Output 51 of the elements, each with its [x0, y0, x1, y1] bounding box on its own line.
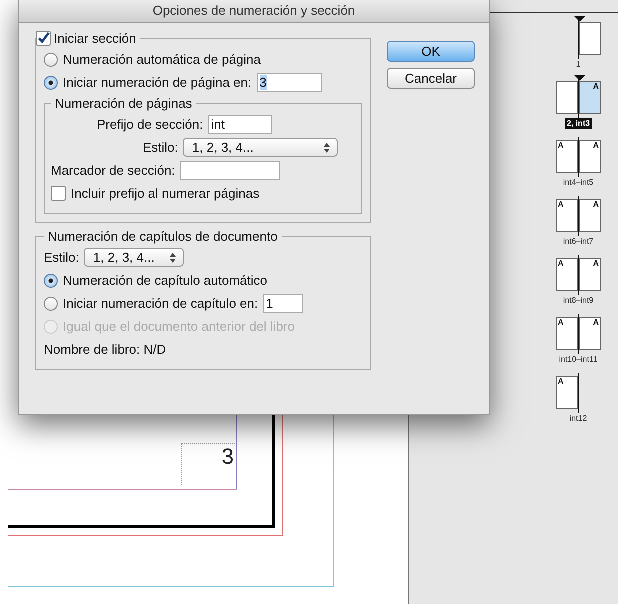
cancel-button[interactable]: Cancelar: [387, 68, 475, 89]
input-field[interactable]: 3: [256, 73, 322, 92]
style-dropdown[interactable]: 1, 2, 3, 4...: [183, 138, 338, 157]
spread-label[interactable]: 1: [574, 59, 583, 70]
field-label: Estilo:: [143, 140, 178, 155]
window-title: Opciones de numeración y sección: [19, 0, 489, 23]
radio-label: Numeración de capítulo automático: [63, 273, 268, 288]
radio-label: Iniciar numeración de página en:: [63, 75, 252, 90]
page-thumbnail[interactable]: A: [556, 317, 578, 350]
page-thumbnail[interactable]: [556, 81, 578, 114]
group-title: Numeración de páginas: [54, 96, 194, 111]
page-thumbnail[interactable]: A: [579, 81, 601, 114]
book-name-text: Nombre de libro: N/D: [44, 342, 166, 357]
radio-button[interactable]: [44, 76, 58, 90]
spread-label[interactable]: 2, int3: [564, 118, 592, 129]
spread-label[interactable]: int12: [568, 413, 590, 424]
field-label: Prefijo de sección:: [97, 117, 204, 132]
checkbox[interactable]: [51, 186, 66, 201]
input-field[interactable]: int: [208, 115, 272, 134]
radio-button[interactable]: [44, 296, 58, 310]
spread-label[interactable]: int10–int11: [557, 354, 600, 365]
radio-button[interactable]: [44, 52, 58, 66]
radio-label: Iniciar numeración de capítulo en:: [63, 296, 258, 311]
ok-button[interactable]: OK: [387, 41, 475, 62]
input-field[interactable]: [180, 161, 280, 180]
checkbox-label: Incluir prefijo al numerar páginas: [71, 186, 260, 201]
page-thumbnail[interactable]: A: [579, 317, 601, 350]
radio-label: Igual que el documento anterior del libro: [63, 319, 295, 334]
spread-label[interactable]: int6–int7: [561, 236, 596, 247]
page-thumbnail[interactable]: A: [556, 140, 578, 173]
page-thumbnail[interactable]: A: [579, 140, 601, 173]
spread-label[interactable]: int4–int5: [561, 177, 596, 188]
input-field[interactable]: 1: [263, 294, 304, 313]
group-title: Numeración de capítulos de documento: [47, 229, 279, 244]
stepper-icon: [170, 252, 176, 262]
page-thumbnail[interactable]: A: [556, 258, 578, 291]
radio-label: Numeración automática de página: [63, 52, 262, 67]
page-thumbnail[interactable]: A: [556, 199, 578, 232]
page-thumbnail[interactable]: A: [579, 199, 601, 232]
page-thumbnail[interactable]: [579, 22, 601, 55]
style-dropdown[interactable]: 1, 2, 3, 4...: [84, 248, 184, 267]
field-label: Marcador de sección:: [51, 163, 176, 178]
spread-label[interactable]: int8–int9: [561, 295, 596, 306]
field-label: Estilo:: [44, 250, 80, 265]
stepper-icon: [324, 142, 330, 152]
page-thumbnail[interactable]: A: [556, 376, 578, 409]
checkbox-label: Iniciar sección: [54, 31, 136, 46]
checkbox[interactable]: [36, 31, 51, 46]
radio-button[interactable]: [44, 274, 58, 288]
page-thumbnail[interactable]: A: [579, 258, 601, 291]
text-frame[interactable]: 3: [181, 443, 235, 485]
